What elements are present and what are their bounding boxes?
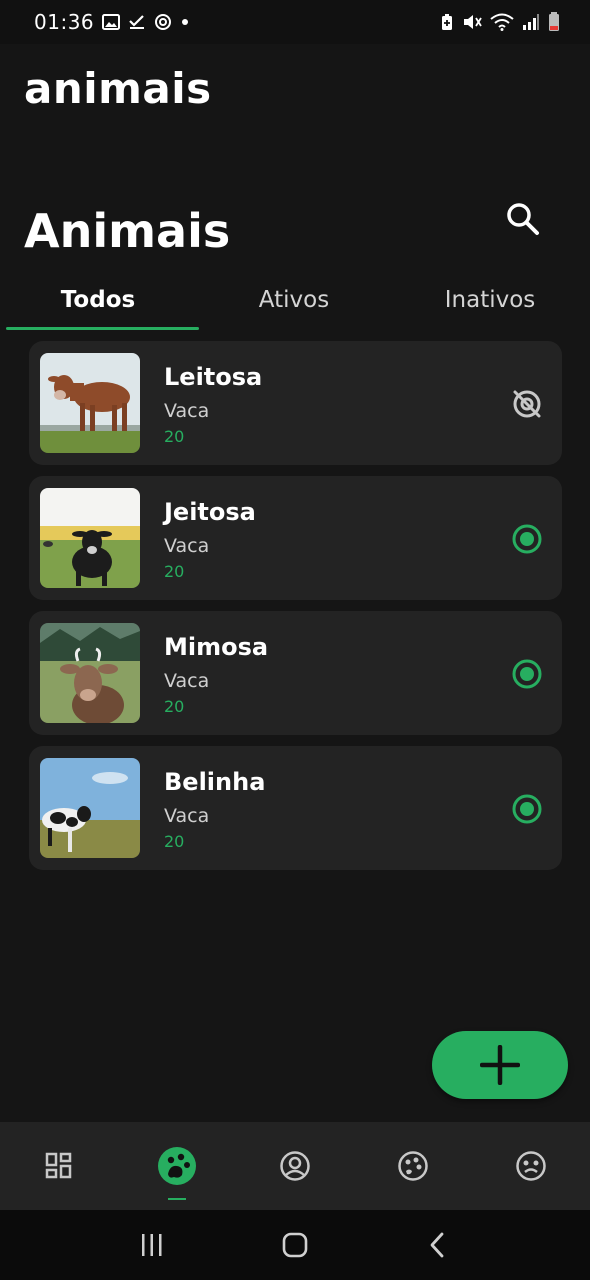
inactive-icon (513, 390, 541, 418)
add-animal-button[interactable] (432, 1031, 568, 1099)
back-icon (430, 1232, 444, 1258)
animal-species: Vaca (164, 805, 210, 827)
tab-label: Ativos (258, 287, 330, 313)
mute-icon (464, 15, 482, 29)
status-toggle[interactable] (510, 657, 544, 691)
search-icon (507, 203, 539, 235)
status-right-icons (440, 12, 560, 32)
animal-card[interactable]: Belinha Vaca 20 (29, 746, 562, 870)
tab-label: Todos (60, 287, 136, 313)
plus-icon (480, 1045, 520, 1085)
sync-icon (155, 14, 172, 30)
nav-palette[interactable] (354, 1122, 472, 1210)
nav-face[interactable] (472, 1122, 590, 1210)
animal-card[interactable]: Leitosa Vaca 20 (29, 341, 562, 465)
animals-icon (158, 1147, 196, 1185)
animal-species: Vaca (164, 400, 210, 422)
animal-photo (40, 353, 140, 453)
animal-age: 20 (164, 427, 185, 446)
status-notification-icons (102, 13, 190, 31)
battery-saver-icon (442, 14, 452, 30)
dashboard-icon (45, 1152, 72, 1179)
status-left: 01:36 (34, 10, 190, 34)
dot-icon (182, 19, 189, 25)
recents-icon (141, 1234, 162, 1256)
nav-dashboard[interactable] (0, 1122, 118, 1210)
animal-name: Jeitosa (164, 498, 256, 526)
animal-name: Belinha (164, 768, 266, 796)
face-icon (516, 1151, 546, 1181)
search-button[interactable] (500, 196, 546, 242)
animal-photo (40, 623, 140, 723)
filter-tabs: Todos Ativos Inativos (0, 268, 590, 332)
active-radio-icon (512, 659, 542, 689)
status-toggle[interactable] (510, 792, 544, 826)
active-nav-indicator (168, 1198, 186, 1200)
animal-species: Vaca (164, 670, 210, 692)
tab-inativos[interactable]: Inativos (392, 268, 588, 332)
animal-age: 20 (164, 562, 185, 581)
tab-ativos[interactable]: Ativos (196, 268, 392, 332)
nav-animals[interactable] (118, 1122, 236, 1210)
status-bar: 01:36 (0, 0, 590, 44)
palette-icon (398, 1151, 428, 1181)
animal-photo (40, 758, 140, 858)
animal-name: Leitosa (164, 363, 263, 391)
tab-label: Inativos (444, 287, 536, 313)
profile-icon (280, 1151, 310, 1181)
active-radio-icon (512, 794, 542, 824)
bottom-nav (0, 1122, 590, 1210)
battery-icon (549, 12, 559, 31)
app-title: animais (24, 64, 212, 113)
animal-name: Mimosa (164, 633, 269, 661)
animal-age: 20 (164, 697, 185, 716)
active-tab-indicator (6, 327, 199, 330)
animal-card[interactable]: Mimosa Vaca 20 (29, 611, 562, 735)
animal-age: 20 (164, 832, 185, 851)
page-title: Animais (24, 204, 231, 258)
active-radio-icon (512, 524, 542, 554)
animal-card[interactable]: Jeitosa Vaca 20 (29, 476, 562, 600)
home-button[interactable] (265, 1215, 325, 1275)
status-toggle[interactable] (510, 387, 544, 421)
back-button[interactable] (408, 1215, 468, 1275)
tab-todos[interactable]: Todos (0, 268, 196, 332)
status-time: 01:36 (34, 10, 95, 34)
home-icon (282, 1232, 308, 1258)
nav-profile[interactable] (236, 1122, 354, 1210)
system-nav-bar (0, 1210, 590, 1280)
animal-list: Leitosa Vaca 20 Jeitosa Vaca 20 Mimosa V… (29, 341, 562, 881)
check-icon (129, 15, 145, 29)
gallery-icon (102, 14, 121, 30)
signal-icon (523, 14, 539, 30)
recents-button[interactable] (122, 1215, 182, 1275)
status-toggle[interactable] (510, 522, 544, 556)
wifi-icon (490, 13, 514, 31)
animal-photo (40, 488, 140, 588)
animal-species: Vaca (164, 535, 210, 557)
